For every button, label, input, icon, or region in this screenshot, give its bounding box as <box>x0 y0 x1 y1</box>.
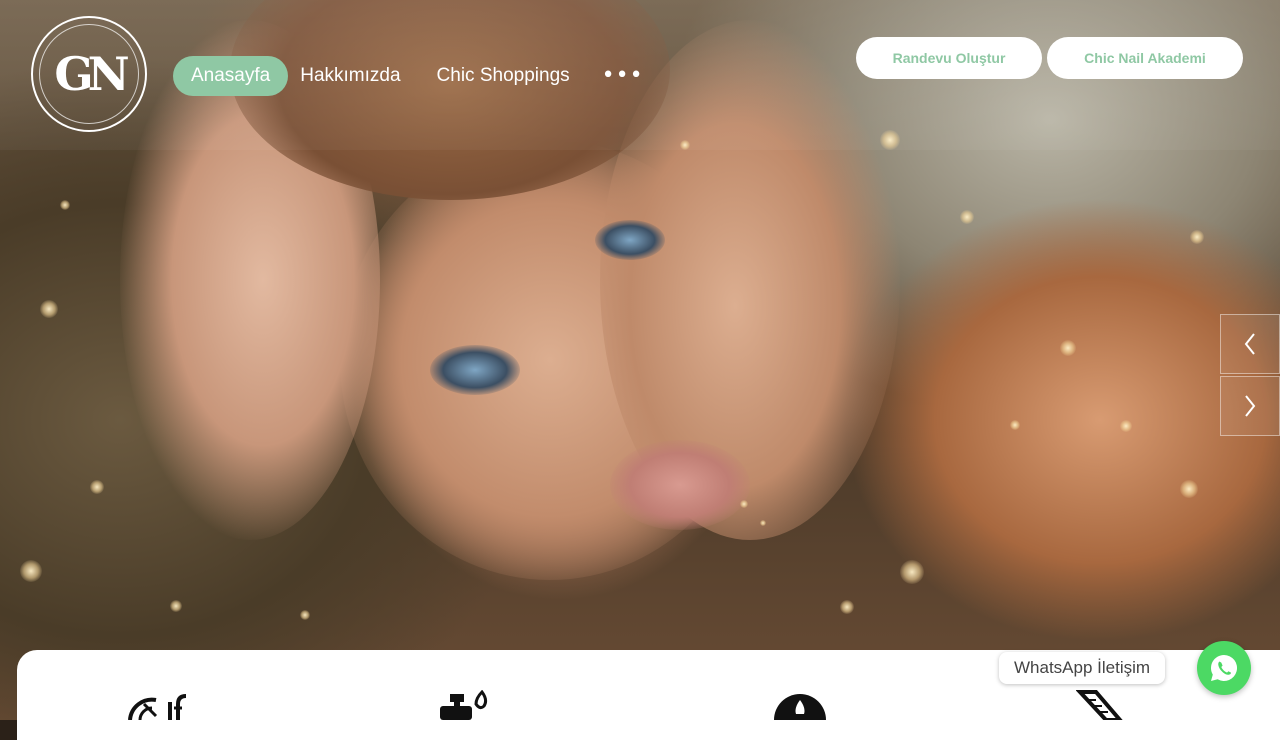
hero-lips <box>610 440 750 530</box>
spray-bottle-icon <box>440 690 488 720</box>
logo-ring <box>39 24 139 124</box>
whatsapp-icon <box>1211 655 1238 681</box>
sparkle <box>1120 420 1132 432</box>
sparkle <box>20 560 42 582</box>
sparkle <box>1180 480 1198 498</box>
whatsapp-label[interactable]: WhatsApp İletişim <box>999 652 1166 684</box>
hero-image <box>0 0 1280 720</box>
chevron-left-icon <box>1244 333 1255 355</box>
sparkle <box>1190 230 1204 244</box>
hero-eye-left <box>430 345 520 395</box>
sparkle <box>900 560 924 584</box>
sparkle <box>960 210 974 224</box>
sparkle <box>40 300 58 318</box>
appointment-button[interactable]: Randevu Oluştur <box>856 37 1042 79</box>
sparkle <box>90 480 104 494</box>
nav-item-about[interactable]: Hakkımızda <box>288 56 418 96</box>
nail-polish-icon <box>128 694 187 720</box>
sparkle <box>1010 420 1020 430</box>
main-nav: Anasayfa Hakkımızda Chic Shoppings ••• <box>173 56 658 96</box>
nail-file-icon <box>1076 690 1123 720</box>
sparkle <box>60 200 70 210</box>
hero-eye-right <box>595 220 665 260</box>
sparkle <box>300 610 310 620</box>
sparkle <box>740 500 748 508</box>
slider-prev-button[interactable] <box>1220 314 1280 374</box>
academy-button[interactable]: Chic Nail Akademi <box>1047 37 1243 79</box>
nav-item-shoppings[interactable]: Chic Shoppings <box>419 56 588 96</box>
chevron-right-icon <box>1245 395 1256 417</box>
more-horizontal-icon[interactable]: ••• <box>588 56 658 96</box>
sparkle <box>170 600 182 612</box>
slider-next-button[interactable] <box>1220 376 1280 436</box>
site-logo[interactable]: GN <box>31 16 147 132</box>
drop-icon <box>774 694 826 720</box>
sparkle <box>840 600 854 614</box>
nav-item-home[interactable]: Anasayfa <box>173 56 289 96</box>
sparkle <box>1060 340 1076 356</box>
whatsapp-button[interactable] <box>1197 641 1251 695</box>
sparkle <box>760 520 766 526</box>
